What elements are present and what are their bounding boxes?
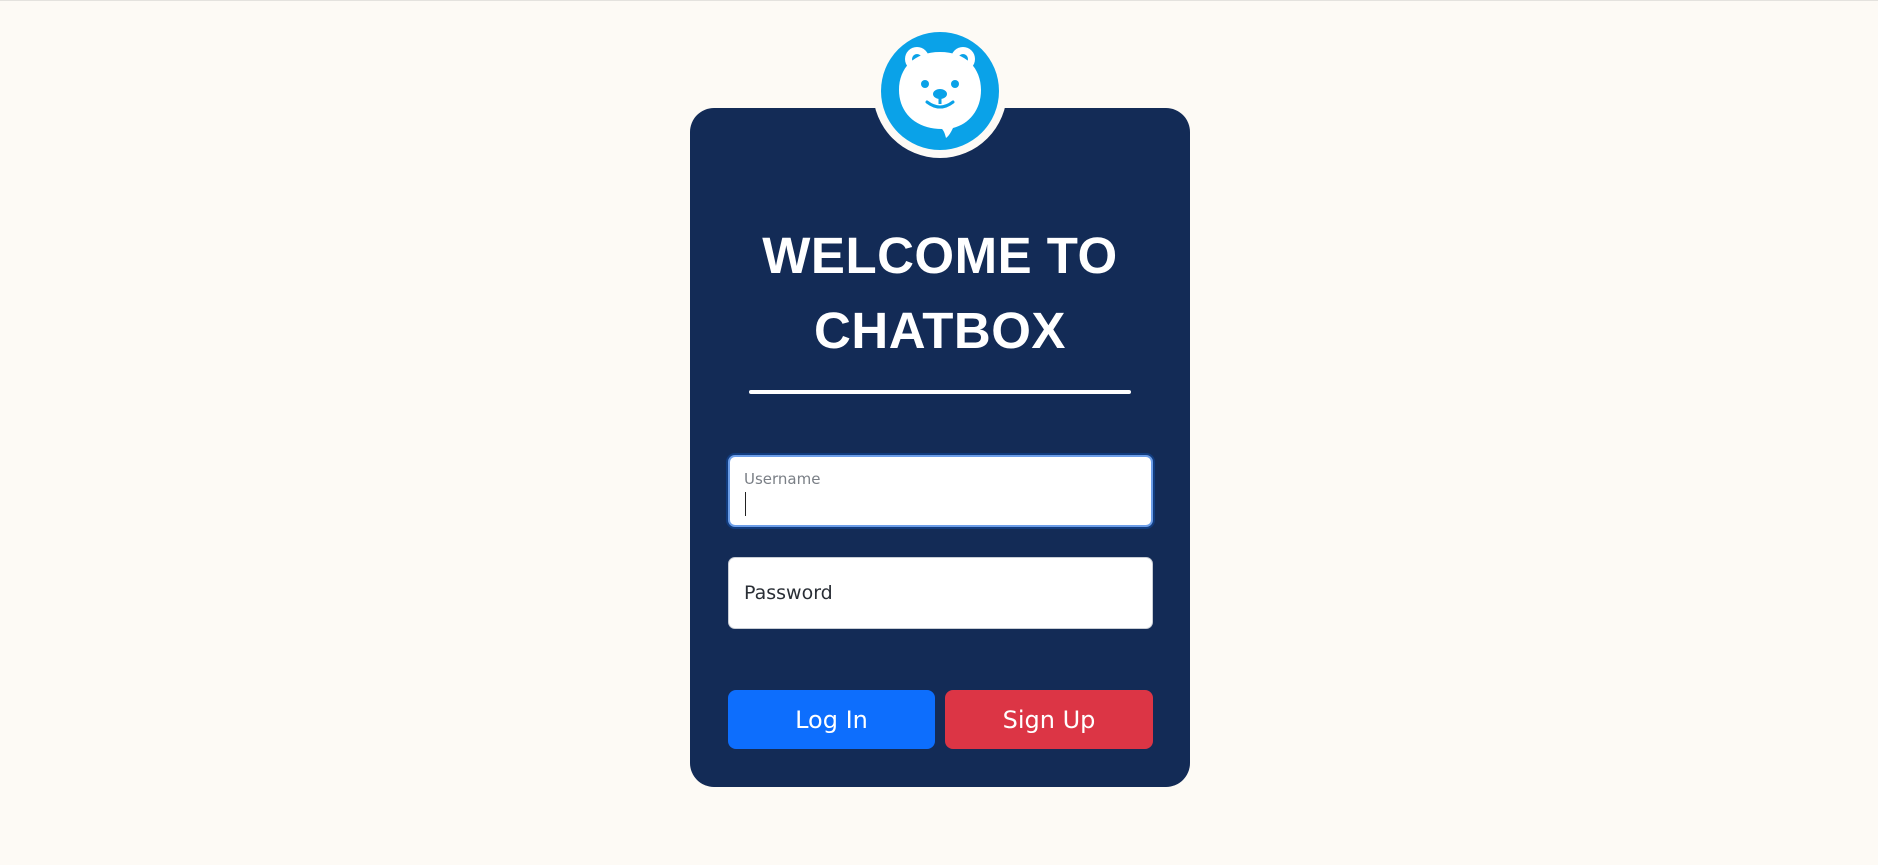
page-title: WELCOME TO CHATBOX <box>690 218 1190 368</box>
login-button[interactable]: Log In <box>728 690 935 749</box>
bear-chat-icon <box>899 47 981 138</box>
logo-circle <box>881 32 999 150</box>
logo <box>873 24 1007 158</box>
username-input[interactable] <box>730 457 1155 527</box>
signup-button[interactable]: Sign Up <box>945 690 1153 749</box>
title-divider <box>749 390 1131 394</box>
page-top-border <box>0 0 1878 1</box>
username-field[interactable]: Username <box>728 455 1155 527</box>
title-line-1: WELCOME TO <box>762 227 1118 284</box>
password-placeholder: Password <box>744 582 833 604</box>
login-card <box>690 108 1190 787</box>
password-field[interactable]: Password <box>728 557 1153 629</box>
title-line-2: CHATBOX <box>814 302 1066 359</box>
